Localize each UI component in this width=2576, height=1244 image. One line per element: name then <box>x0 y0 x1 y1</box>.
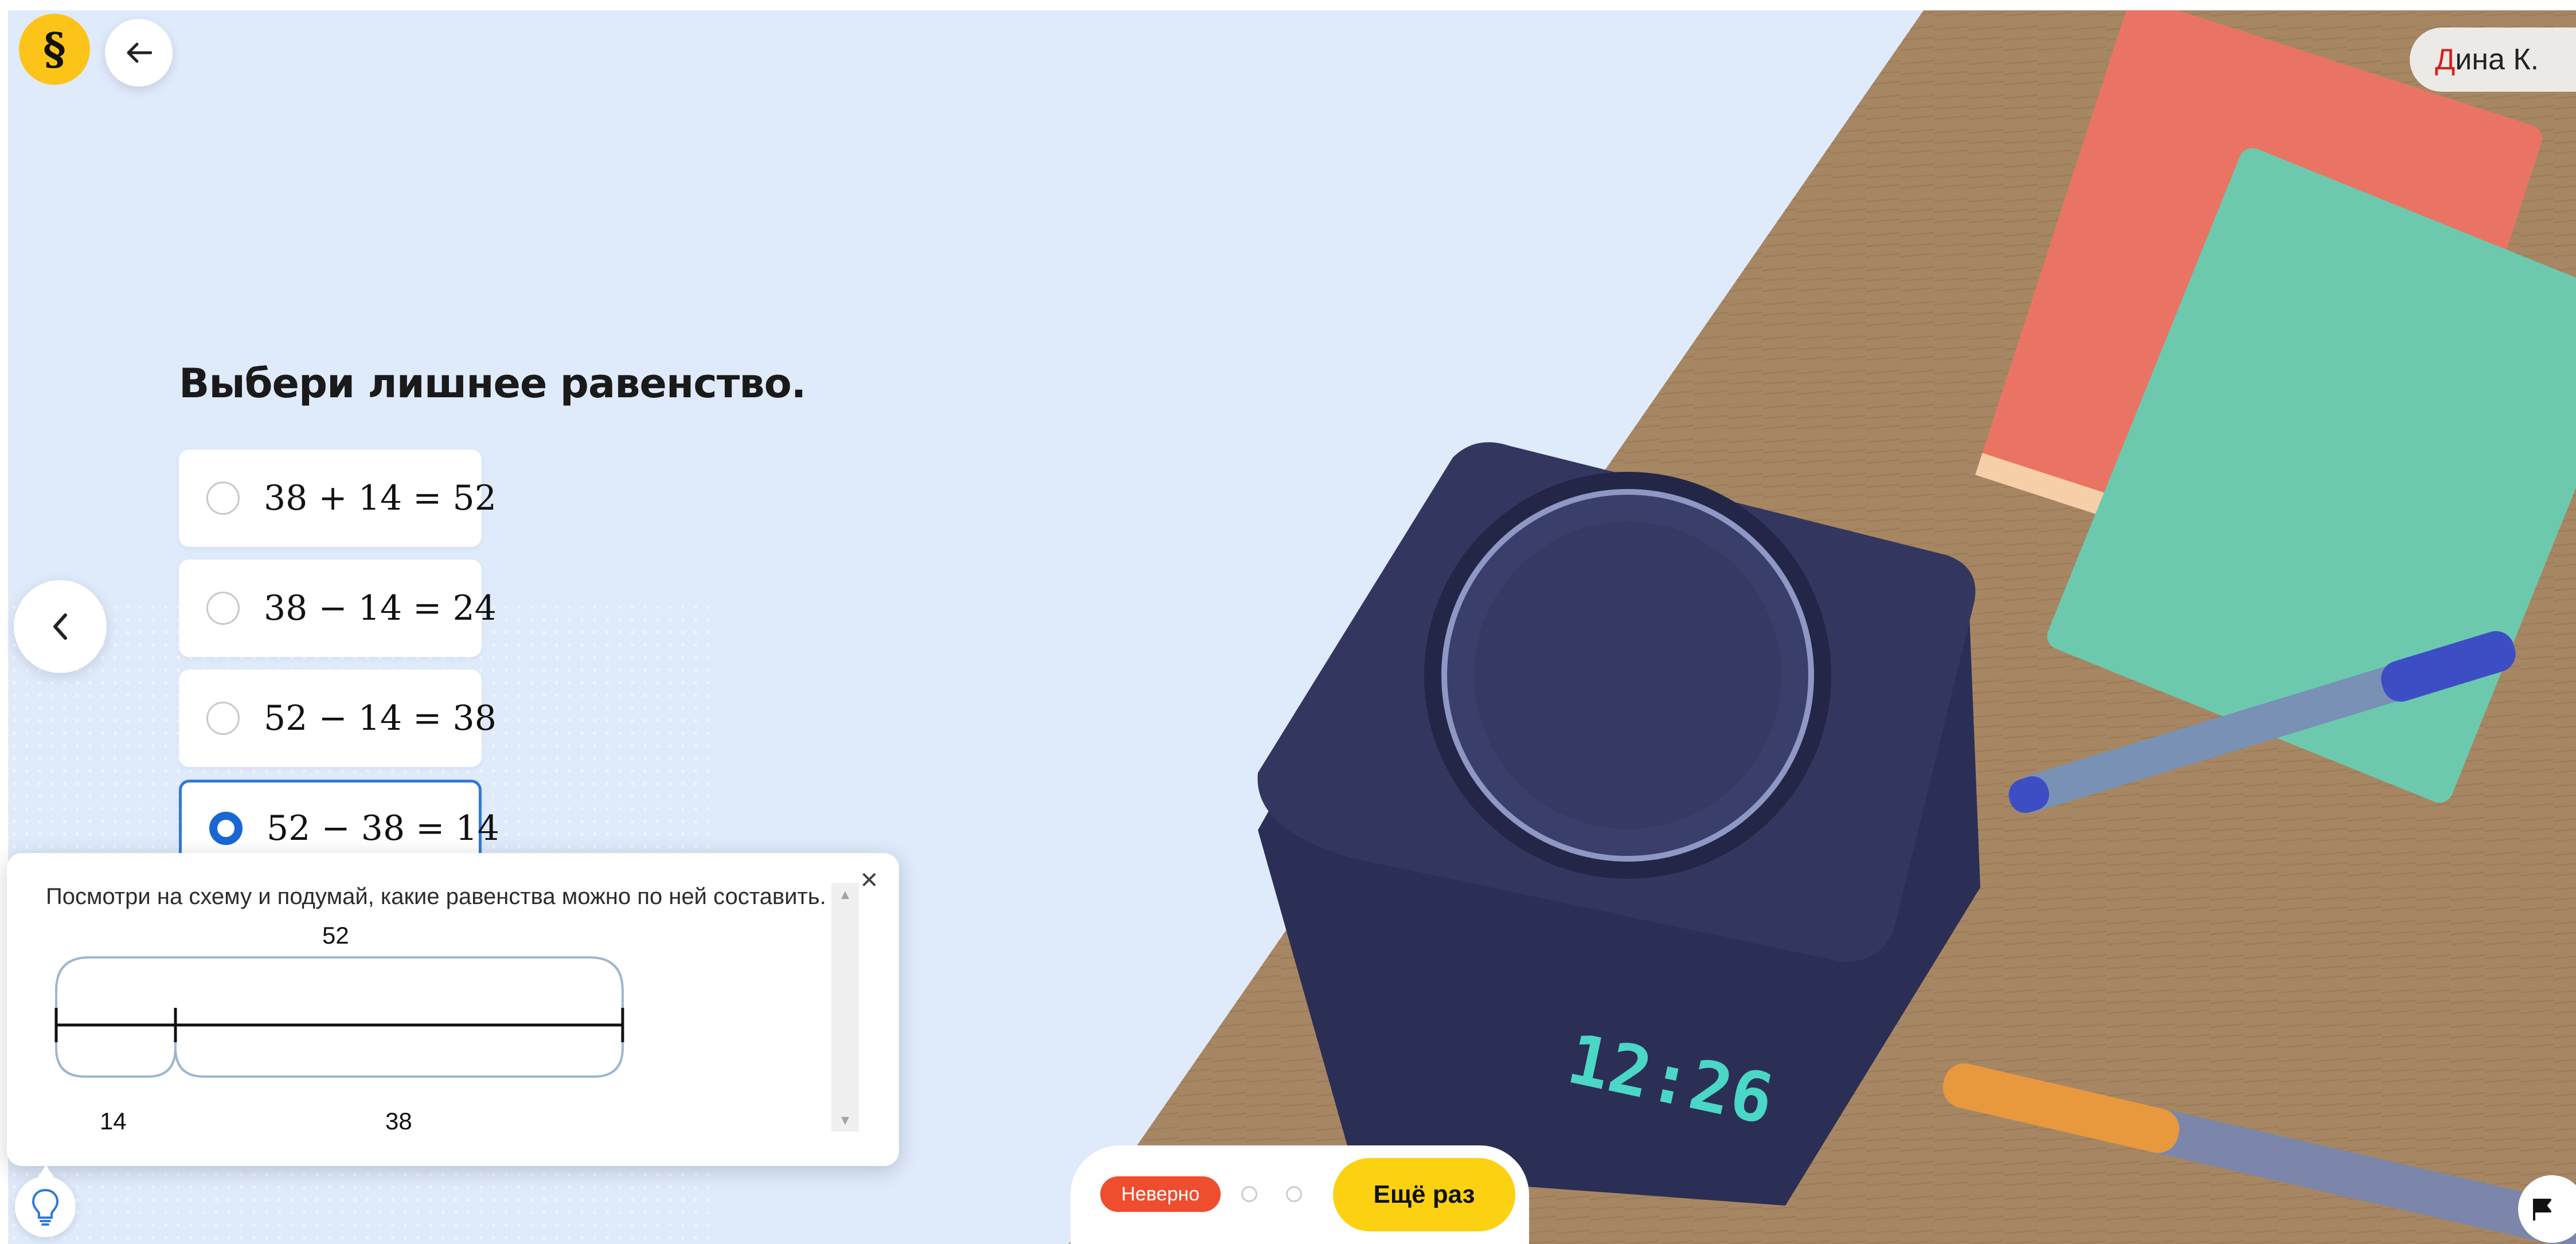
attempt-indicator <box>1286 1186 1302 1202</box>
chevron-left-icon <box>53 613 67 640</box>
option-equation: 38 − 14 = 24 <box>264 588 497 628</box>
user-profile-button[interactable]: Дина К. <box>2410 28 2576 92</box>
back-button[interactable] <box>105 19 173 87</box>
radio-button-selected[interactable] <box>209 812 243 845</box>
lightbulb-icon <box>32 1188 59 1226</box>
paragraph-sign-icon: § <box>43 26 66 72</box>
user-initial: Д <box>2435 43 2456 76</box>
hint-text: Посмотри на схему и подумай, какие равен… <box>46 884 826 909</box>
option-equation: 38 + 14 = 52 <box>264 478 497 518</box>
scheme-total-label: 52 <box>322 922 349 949</box>
scroll-up-arrow-icon[interactable]: ▲ <box>831 883 859 906</box>
logo[interactable]: § <box>19 14 90 85</box>
option-equation: 52 − 14 = 38 <box>264 698 497 738</box>
answer-status-bar: Неверно Ещё раз <box>1070 1145 1529 1244</box>
arrow-left-icon <box>127 42 152 63</box>
hint-popup: Посмотри на схему и подумай, какие равен… <box>7 853 899 1166</box>
segment-scheme: 52 14 38 <box>30 910 660 1140</box>
previous-task-button[interactable] <box>14 580 107 673</box>
answer-option-2[interactable]: 38 − 14 = 24 <box>179 560 497 657</box>
hint-button[interactable] <box>15 1165 76 1237</box>
user-name: ина К. <box>2455 43 2539 76</box>
attempt-indicator <box>1241 1186 1257 1202</box>
status-badge: Неверно <box>1100 1176 1221 1212</box>
radio-button[interactable] <box>206 482 240 515</box>
hint-scrollbar[interactable]: ▲ ▼ <box>831 883 859 1132</box>
scheme-part-b-label: 38 <box>385 1108 412 1135</box>
flag-icon <box>2533 1199 2551 1220</box>
scheme-part-a-label: 14 <box>100 1108 127 1135</box>
svg-text:§: § <box>43 26 66 72</box>
answer-option-3[interactable]: 52 − 14 = 38 <box>179 670 497 767</box>
answer-option-1[interactable]: 38 + 14 = 52 <box>179 449 497 547</box>
scroll-down-arrow-icon[interactable]: ▼ <box>831 1109 859 1132</box>
radio-button[interactable] <box>206 702 240 735</box>
retry-button[interactable]: Ещё раз <box>1333 1158 1515 1231</box>
option-equation: 52 − 38 = 14 <box>267 808 499 848</box>
question-title: Выбери лишнее равенство. <box>179 360 806 407</box>
radio-button[interactable] <box>206 592 240 625</box>
